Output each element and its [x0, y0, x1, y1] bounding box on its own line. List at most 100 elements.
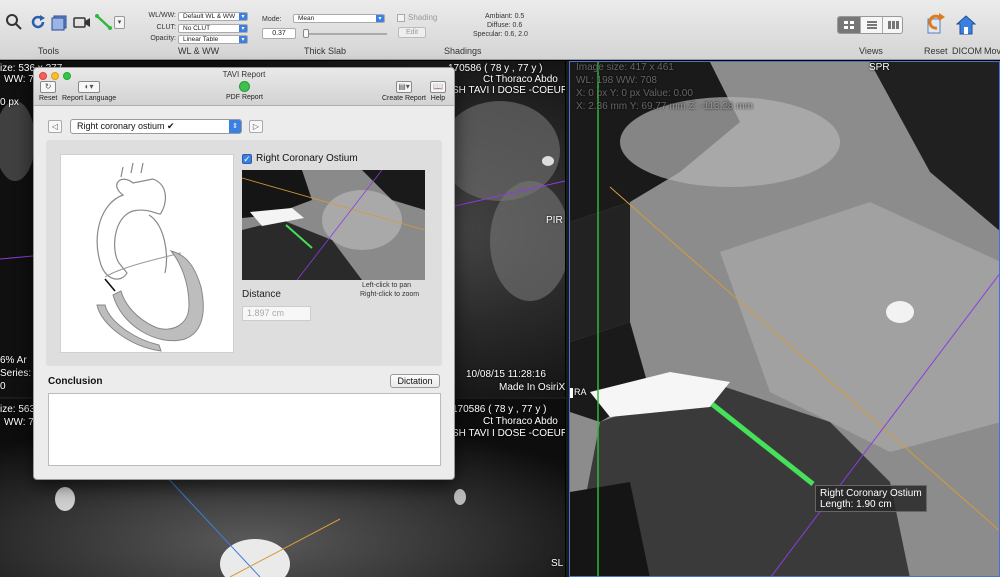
wlww-value: Default WL & WW [183, 13, 236, 20]
thick-slab-group-label: Thick Slab [304, 46, 347, 56]
pdf-report-button[interactable]: PDF Report [226, 81, 263, 101]
mode-label: Mode: [262, 16, 282, 23]
chevron-left-icon: ◁ [51, 122, 59, 131]
list-view-icon [867, 21, 877, 29]
view-grid-button[interactable] [838, 17, 860, 33]
create-report-button[interactable]: ▤▾ Create Report [382, 81, 426, 102]
tl-series: SH TAVI I DOSE -COEUR [452, 85, 565, 96]
bl-patient-id: 170586 ( 78 y , 77 y ) [452, 404, 547, 415]
movie-tool-icon[interactable] [72, 12, 92, 32]
clut-select[interactable]: No CLUT ▾ [178, 24, 248, 33]
views-group-label: Views [859, 46, 883, 56]
conclusion-label: Conclusion [48, 376, 103, 387]
help-button[interactable]: 📖 Help [430, 81, 446, 102]
step-panel: ✓ Right Coronary Ostium Left-click to pa… [46, 140, 442, 366]
opacity-chevron-icon: ▾ [239, 36, 247, 43]
previous-step-button[interactable]: ◁ [48, 120, 62, 133]
shading-edit-button[interactable]: Edit [398, 27, 426, 38]
dialog-title: TAVI Report [222, 70, 266, 79]
document-icon: ▤▾ [395, 81, 412, 93]
language-icon: ◐▾ [78, 81, 101, 93]
tl-ww-fragment: WW: 7 [4, 74, 34, 85]
dialog-reset-button[interactable]: ↻ Reset [39, 81, 57, 102]
ostium-preview-image[interactable] [242, 170, 425, 280]
tools-group-label: Tools [38, 46, 60, 56]
tl-made-in: Made In OsiriX [499, 382, 565, 393]
rotate-tool-icon[interactable] [28, 12, 48, 32]
heart-diagram [60, 154, 234, 353]
wlww-group-label: WL & WW [178, 46, 220, 56]
right-pixel-value: X: 0 px Y: 0 px Value: 0.00 [576, 88, 693, 99]
diffuse-value: Diffuse: 0.6 [487, 22, 523, 29]
bl-series: SH TAVI I DOSE -COEUR [452, 428, 565, 439]
wlww-label: WL/WW: [148, 12, 176, 19]
distance-label: Distance [242, 289, 281, 300]
report-language-label: Report Language [62, 95, 117, 102]
dictation-button[interactable]: Dictation [390, 374, 440, 388]
report-language-button[interactable]: ◐▾ Report Language [62, 81, 116, 102]
view-list-button[interactable] [860, 17, 882, 33]
shading-checkbox[interactable] [397, 14, 405, 22]
tl-date: 10/08/15 11:28:16 [466, 369, 546, 380]
dialog-titlebar[interactable]: TAVI Report ↻ Reset ◐▾ Report Language PDF… [34, 68, 454, 106]
tl-series-fragment: Series: [0, 368, 32, 379]
create-report-label: Create Report [382, 95, 426, 102]
slab-thickness-field[interactable]: 0.37 [262, 28, 296, 39]
wlww-chevron-icon: ▾ [239, 13, 247, 20]
checkmark-icon: ✓ [243, 154, 251, 164]
osirix-app: ▾ Tools WL/WW: Default WL & WW ▾ CLUT: No… [0, 0, 1000, 577]
tl-zoom-fragment: 6% Ar [0, 355, 27, 366]
wlww-select[interactable]: Default WL & WW ▾ [178, 12, 248, 21]
tl-px-fragment: 0 px [0, 97, 19, 108]
pdf-status-icon [238, 81, 250, 92]
heart-diagram-svg [96, 162, 204, 352]
view-columns-button[interactable] [882, 17, 903, 33]
chevron-right-icon: ▷ [252, 122, 260, 131]
tool-menu-chevron-icon[interactable]: ▾ [114, 16, 125, 29]
conclusion-textarea[interactable] [48, 393, 441, 466]
zoom-tool-icon[interactable] [4, 12, 24, 32]
right-mm-coords: X: 2.36 mm Y: 69.77 mm Z: -113.28 mm [576, 101, 753, 112]
right-wlww: WL: 198 WW: 708 [576, 75, 657, 86]
bl-orientation-right: SL [551, 558, 564, 569]
opacity-select[interactable]: Linear Table ▾ [178, 35, 248, 44]
opacity-label: Opacity: [150, 35, 176, 42]
hint-zoom: Right-click to zoom [360, 291, 420, 298]
mode-value: Mean [298, 15, 315, 22]
step-select[interactable]: Right coronary ostium ✔ ⇕ [70, 119, 242, 134]
help-book-icon: 📖 [430, 81, 446, 93]
tl-zero-fragment: 0 [0, 381, 6, 392]
dialog-reset-label: Reset [39, 95, 58, 102]
clut-label: CLUT: [156, 24, 176, 31]
more-label: Mov [984, 46, 1000, 56]
viewport-right[interactable]: Image size: 417 x 461 WL: 198 WW: 708 X:… [569, 61, 1000, 577]
slab-slider-track[interactable] [303, 33, 387, 35]
reset-icon[interactable] [924, 12, 946, 36]
tl-study: Ct Thoraco Abdo [483, 74, 558, 85]
measure-tool-icon[interactable] [94, 12, 114, 32]
mode-select[interactable]: Mean ▾ [293, 14, 385, 23]
right-coronary-ostium-checkbox[interactable]: ✓ [242, 154, 252, 164]
right-orientation-top: SPR [869, 62, 890, 73]
slab-slider-thumb[interactable] [303, 29, 309, 38]
ct-image-right [570, 62, 999, 576]
bl-study: Ct Thoraco Abdo [483, 416, 558, 427]
right-coronary-ostium-label: Right Coronary Ostium [256, 153, 358, 164]
measurement-name: Right Coronary Ostium [820, 488, 922, 499]
grid-view-icon [844, 21, 854, 29]
stack-tool-icon[interactable] [50, 12, 70, 32]
specular-value: Specular: 0.6, 2.0 [473, 31, 528, 38]
dicom-home-icon[interactable] [956, 14, 976, 36]
tl-patient-id: 170586 ( 78 y , 77 y ) [448, 63, 543, 74]
reset-label: Reset [924, 46, 948, 56]
step-select-chevron-icon: ⇕ [229, 120, 241, 133]
next-step-button[interactable]: ▷ [249, 120, 263, 133]
distance-field[interactable]: 1.897 cm [242, 306, 311, 321]
ambiant-value: Ambiant: 0.5 [485, 13, 525, 20]
tl-orientation-right: PIR [546, 215, 563, 226]
reset-small-icon: ↻ [40, 81, 57, 93]
shading-label: Shading [408, 13, 438, 22]
views-segmented-control [837, 16, 903, 34]
right-image-size: Image size: 417 x 461 [576, 62, 674, 73]
measurement-label[interactable]: Right Coronary Ostium Length: 1.90 cm [815, 485, 927, 512]
